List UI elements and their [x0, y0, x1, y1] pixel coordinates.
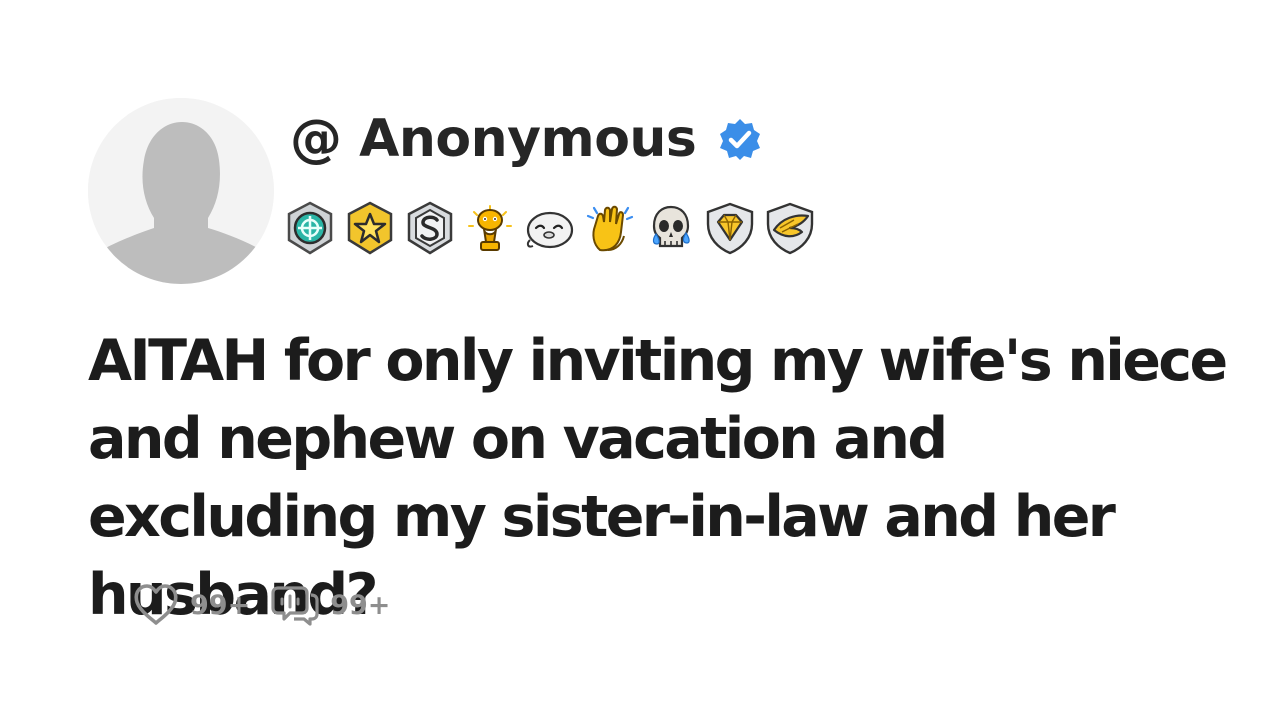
- avatar[interactable]: [88, 98, 274, 284]
- like-count: 99+: [190, 589, 251, 621]
- verified-check-icon: [720, 119, 761, 160]
- author-username[interactable]: @ Anonymous: [290, 113, 697, 165]
- comment-count: 99+: [330, 589, 391, 621]
- crying-skull-badge-icon: [652, 205, 690, 248]
- winged-shield-badge-icon: [766, 202, 814, 255]
- post-stats: 99+ 99+: [132, 582, 400, 628]
- teal-compass-badge-icon: [287, 201, 333, 255]
- author-row: @ Anonymous: [290, 104, 762, 174]
- golden-trophy-badge-icon: [468, 205, 512, 251]
- default-user-silhouette-icon: [88, 98, 274, 284]
- gold-star-badge-icon: [347, 201, 393, 255]
- clapping-hands-badge-icon: [586, 205, 634, 252]
- comment-icon[interactable]: [270, 582, 320, 628]
- silver-s-badge-icon: [407, 201, 453, 255]
- heart-icon[interactable]: [132, 582, 180, 628]
- badge-row: [284, 200, 816, 256]
- diamond-shield-badge-icon: [706, 202, 754, 255]
- smiling-seal-badge-icon: [526, 211, 574, 249]
